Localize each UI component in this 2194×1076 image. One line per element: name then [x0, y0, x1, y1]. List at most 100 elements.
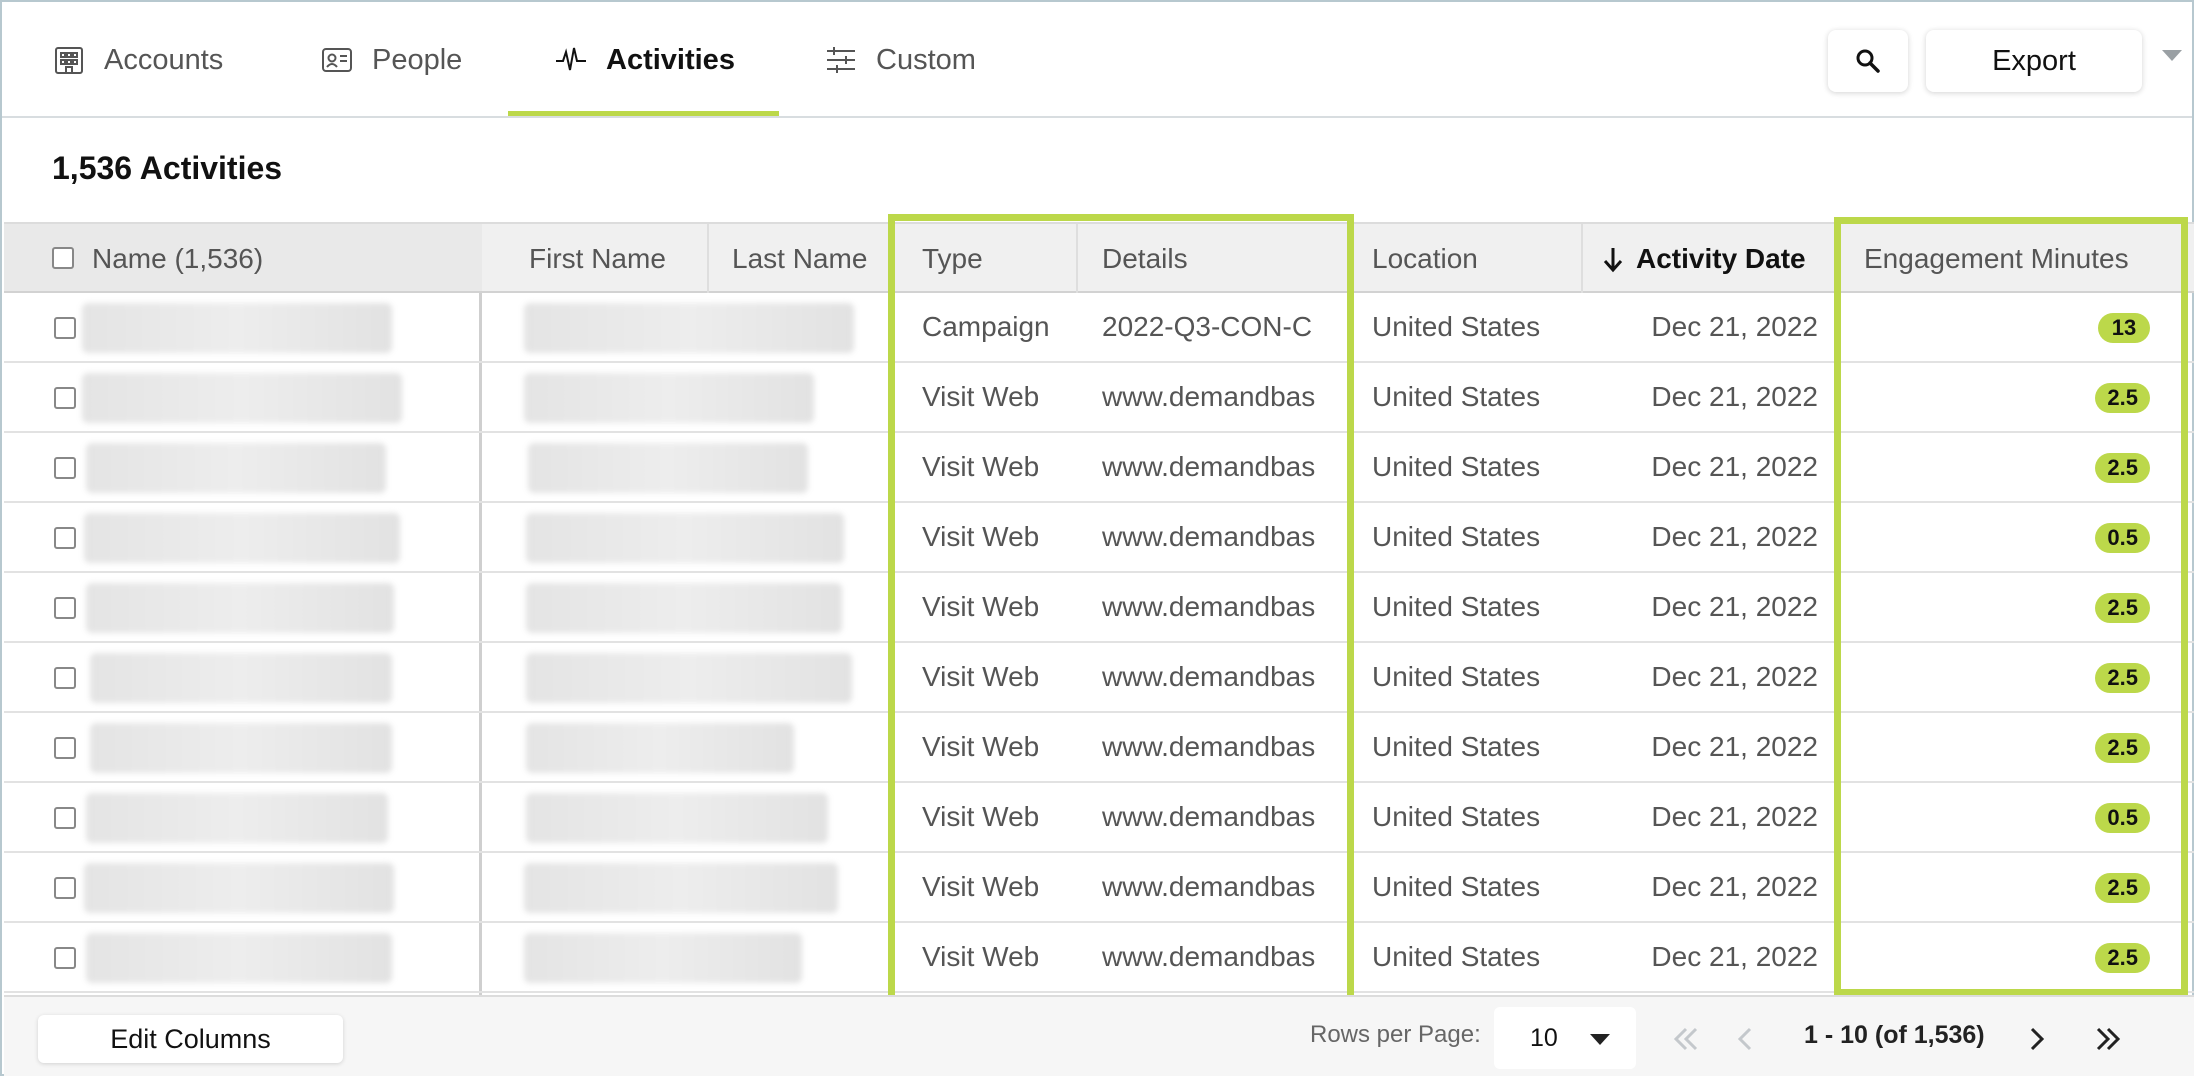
export-menu-caret-icon[interactable] — [2162, 50, 2182, 61]
details-cell[interactable]: www.demandbas — [1102, 923, 1324, 991]
person-name-redacted — [524, 863, 838, 913]
location-cell: United States — [1372, 871, 1541, 902]
type-cell: Visit Web — [922, 801, 1040, 832]
location-cell: United States — [1372, 521, 1541, 552]
search-button[interactable] — [1828, 30, 1908, 92]
row-checkbox[interactable] — [54, 667, 76, 689]
column-divider[interactable] — [891, 224, 893, 293]
activity-date-cell: Dec 21, 2022 — [1651, 731, 1818, 762]
column-header-type[interactable]: Type — [922, 224, 983, 293]
row-checkbox[interactable] — [54, 737, 76, 759]
search-icon — [1856, 49, 1880, 73]
person-name-redacted — [526, 653, 852, 703]
row-checkbox[interactable] — [54, 597, 76, 619]
type-cell: Visit Web — [922, 521, 1040, 552]
tab-people[interactable]: People — [320, 2, 462, 118]
row-checkbox[interactable] — [54, 877, 76, 899]
details-cell[interactable]: www.demandbas — [1102, 783, 1324, 851]
row-checkbox[interactable] — [54, 947, 76, 969]
name-redacted — [86, 933, 392, 983]
details-cell[interactable]: www.demandbas — [1102, 573, 1324, 641]
engagement-minutes-badge: 2.5 — [2095, 943, 2150, 973]
location-cell: United States — [1372, 381, 1541, 412]
sort-descending-icon — [1603, 247, 1623, 272]
person-name-redacted — [524, 373, 814, 423]
engagement-minutes-badge: 0.5 — [2095, 523, 2150, 553]
table-row[interactable]: Visit Web www.demandbas United States Dec 2… — [4, 433, 2194, 503]
row-checkbox[interactable] — [54, 457, 76, 479]
table-row[interactable]: Visit Web www.demandbas United States Dec 2… — [4, 573, 2194, 643]
table-row[interactable]: Visit Web www.demandbas United States Dec 2… — [4, 503, 2194, 573]
details-cell[interactable]: 2022-Q3-CON-C — [1102, 293, 1324, 361]
name-column-header: Name (1,536) — [4, 222, 482, 293]
name-redacted — [86, 583, 394, 633]
details-cell[interactable]: www.demandbas — [1102, 433, 1324, 501]
location-cell: United States — [1372, 801, 1541, 832]
column-header-details[interactable]: Details — [1102, 224, 1188, 293]
edit-columns-button[interactable]: Edit Columns — [38, 1015, 343, 1063]
tab-custom[interactable]: Custom — [824, 2, 976, 118]
name-redacted — [86, 443, 386, 493]
column-header-location[interactable]: Location — [1372, 224, 1478, 293]
chevron-left-icon — [1737, 1027, 1752, 1051]
tab-accounts[interactable]: Accounts — [52, 2, 223, 118]
location-cell: United States — [1372, 311, 1541, 342]
type-cell: Visit Web — [922, 731, 1040, 762]
details-cell[interactable]: www.demandbas — [1102, 853, 1324, 921]
table-row[interactable]: Visit Web www.demandbas United States Dec 2… — [4, 713, 2194, 783]
id-card-icon — [322, 48, 352, 72]
engagement-minutes-badge: 2.5 — [2095, 733, 2150, 763]
name-redacted — [84, 863, 394, 913]
column-header-activity-date[interactable]: Activity Date — [1600, 224, 1806, 293]
column-header-first-name[interactable]: First Name — [529, 224, 666, 293]
export-button[interactable]: Export — [1926, 30, 2142, 92]
rows-per-page-value: 10 — [1530, 1023, 1558, 1052]
table-row[interactable]: Visit Web www.demandbas United States Dec 2… — [4, 923, 2194, 993]
table-row[interactable]: Visit Web www.demandbas United States Dec 2… — [4, 783, 2194, 853]
column-header-last-name[interactable]: Last Name — [732, 224, 867, 293]
edit-columns-label: Edit Columns — [110, 1023, 271, 1054]
row-checkbox[interactable] — [54, 807, 76, 829]
last-page-button[interactable] — [2088, 1019, 2128, 1059]
tab-activities[interactable]: Activities — [554, 2, 735, 118]
row-checkbox[interactable] — [54, 387, 76, 409]
next-page-button[interactable] — [2016, 1019, 2056, 1059]
type-cell: Visit Web — [922, 381, 1040, 412]
engagement-minutes-badge: 2.5 — [2095, 383, 2150, 413]
column-divider[interactable] — [1838, 224, 1840, 293]
tab-label: Activities — [606, 43, 735, 76]
details-cell[interactable]: www.demandbas — [1102, 363, 1324, 431]
details-cell[interactable]: www.demandbas — [1102, 713, 1324, 781]
select-all-checkbox[interactable] — [52, 247, 74, 269]
column-header-label: Activity Date — [1636, 242, 1806, 274]
previous-page-button[interactable] — [1726, 1019, 1766, 1059]
column-divider[interactable] — [1348, 224, 1350, 293]
details-cell[interactable]: www.demandbas — [1102, 643, 1324, 711]
first-page-button[interactable] — [1666, 1019, 1706, 1059]
location-cell: United States — [1372, 661, 1541, 692]
column-divider[interactable] — [1076, 224, 1078, 293]
table-row[interactable]: Visit Web www.demandbas United States Dec 2… — [4, 643, 2194, 713]
table-row[interactable]: Visit Web www.demandbas United States Dec 2… — [4, 853, 2194, 923]
location-cell: United States — [1372, 451, 1541, 482]
person-name-redacted — [528, 443, 808, 493]
engagement-minutes-badge: 0.5 — [2095, 803, 2150, 833]
details-cell[interactable]: www.demandbas — [1102, 503, 1324, 571]
column-divider[interactable] — [1581, 224, 1583, 293]
location-cell: United States — [1372, 591, 1541, 622]
table-row[interactable]: Visit Web www.demandbas United States Dec 2… — [4, 363, 2194, 433]
engagement-minutes-badge: 2.5 — [2095, 873, 2150, 903]
column-divider[interactable] — [707, 224, 709, 293]
rows-per-page-select[interactable]: 10 — [1494, 1007, 1636, 1069]
column-header-name[interactable]: Name (1,536) — [92, 224, 263, 293]
person-name-redacted — [524, 933, 802, 983]
name-redacted — [84, 513, 400, 563]
type-cell: Visit Web — [922, 661, 1040, 692]
active-tab-indicator — [508, 111, 779, 116]
double-chevron-right-icon — [2096, 1027, 2121, 1051]
table-row[interactable]: Campaign 2022-Q3-CON-C United States Dec 21… — [4, 293, 2194, 363]
row-checkbox[interactable] — [54, 527, 76, 549]
row-checkbox[interactable] — [54, 317, 76, 339]
chevron-down-icon — [1590, 1034, 1610, 1045]
column-header-engagement-minutes[interactable]: Engagement Minutes — [1864, 224, 2129, 293]
